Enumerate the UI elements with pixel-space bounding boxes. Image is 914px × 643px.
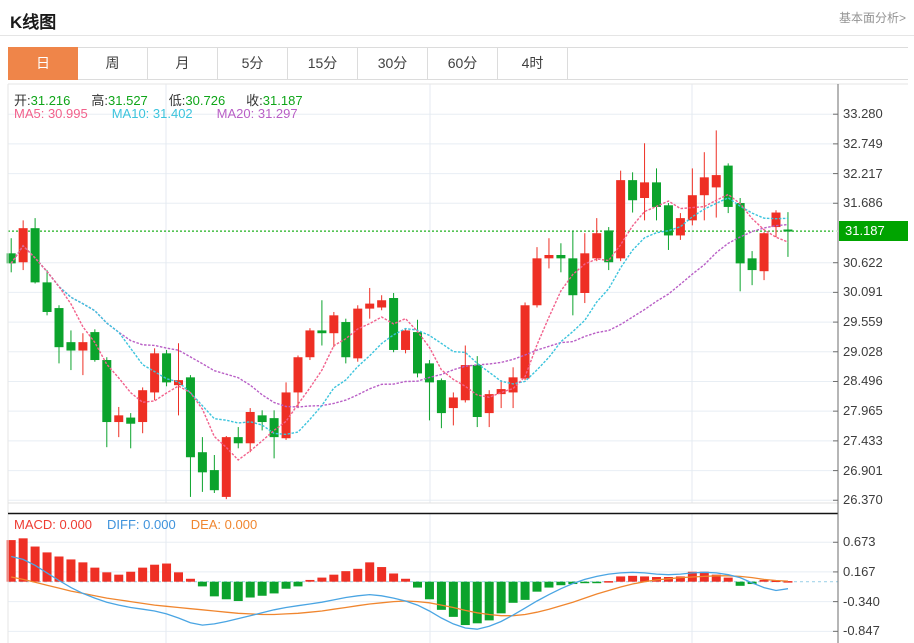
y-axis-label: 30.091 <box>843 284 883 300</box>
readout-item: MA20: 31.297 <box>217 106 298 121</box>
y-axis-label: 26.370 <box>843 492 883 508</box>
ma-readout: MA5: 30.995 MA10: 31.402 MA20: 31.297 <box>14 106 298 121</box>
readout-item: DIFF: 0.000 <box>107 517 176 532</box>
readout-item: MA10: 31.402 <box>112 106 193 121</box>
y-axis-label: 0.167 <box>843 564 876 580</box>
macd-readout: MACD: 0.000 DIFF: 0.000 DEA: 0.000 <box>14 517 257 532</box>
y-axis-label: -0.340 <box>843 594 880 610</box>
y-axis-label: 29.028 <box>843 344 883 360</box>
kline-widget: K线图 基本面分析> 日周月5分15分30分60分4时 开:31.216高:31… <box>0 0 914 643</box>
y-axis-label: 29.559 <box>843 314 883 330</box>
y-axis-label: 26.901 <box>843 463 883 479</box>
current-price-tag: 31.187 <box>839 221 908 241</box>
y-axis-label: 32.749 <box>843 136 883 152</box>
y-axis-label: 0.673 <box>843 534 876 550</box>
readout-item: MACD: 0.000 <box>14 517 92 532</box>
y-axis-label: -0.847 <box>843 623 880 639</box>
y-axis-label: 31.686 <box>843 195 883 211</box>
y-axis-label: 32.217 <box>843 166 883 182</box>
y-axis-label: 27.433 <box>843 433 883 449</box>
y-axis-label: 33.280 <box>843 106 883 122</box>
readout-item: DEA: 0.000 <box>191 517 258 532</box>
y-axis-label: 27.965 <box>843 403 883 419</box>
readout-item: MA5: 30.995 <box>14 106 88 121</box>
y-axis-label: 30.622 <box>843 255 883 271</box>
y-axis-label: 28.496 <box>843 373 883 389</box>
